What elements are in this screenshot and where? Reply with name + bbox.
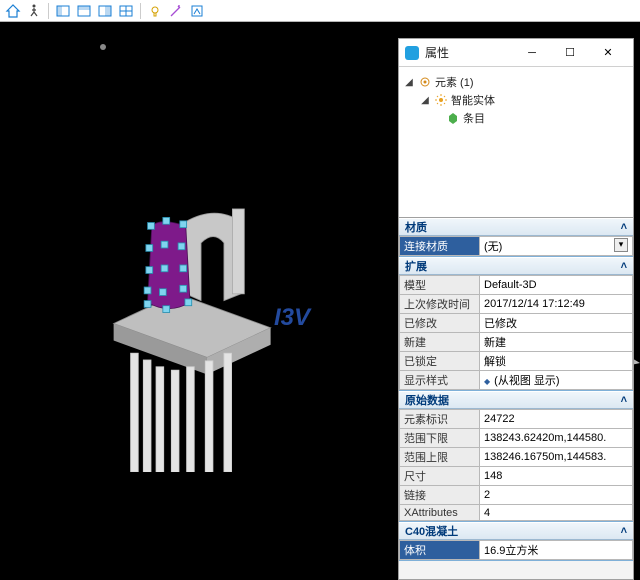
panel-titlebar[interactable]: 属性 ─ ☐ ✕	[399, 39, 633, 67]
section-material: 材质˄ 连接材质 (无)▾	[399, 218, 633, 257]
section-material-header[interactable]: 材质˄	[399, 218, 633, 236]
element-tree[interactable]: ◢ 元素 (1) ◢ 智能实体 条目	[399, 67, 633, 217]
prop-rlow-value[interactable]: 138243.62420m,144580.	[480, 429, 633, 448]
minimize-button[interactable]: ─	[513, 39, 551, 66]
toolbar-view4-icon[interactable]	[117, 2, 135, 20]
toolbar-view3-icon[interactable]	[96, 2, 114, 20]
prop-link-material-key[interactable]: 连接材质	[400, 237, 480, 256]
prop-modified-key: 已修改	[400, 314, 480, 333]
prop-new-key: 新建	[400, 333, 480, 352]
toolbar-view2-icon[interactable]	[75, 2, 93, 20]
prop-elemid-key: 元素标识	[400, 410, 480, 429]
section-extended-header[interactable]: 扩展˄	[399, 257, 633, 275]
prop-size-value[interactable]: 148	[480, 467, 633, 486]
toolbar-wand-icon[interactable]	[167, 2, 185, 20]
section-rawdata: 原始数据˄ 元素标识24722 范围下限138243.62420m,144580…	[399, 391, 633, 522]
collapse-icon: ˄	[621, 221, 627, 233]
prop-rlow-key: 范围下限	[400, 429, 480, 448]
prop-size-key: 尺寸	[400, 467, 480, 486]
prop-elemid-value[interactable]: 24722	[480, 410, 633, 429]
prop-model-value[interactable]: Default-3D	[480, 276, 633, 295]
prop-link-material-value[interactable]: (无)▾	[480, 237, 633, 256]
prop-locked-key: 已锁定	[400, 352, 480, 371]
toolbar-home-icon[interactable]	[4, 2, 22, 20]
top-toolbar	[0, 0, 640, 22]
prop-display-key: 显示样式	[400, 371, 480, 390]
prop-locked-value[interactable]: 解锁	[480, 352, 633, 371]
prop-links-key: 链接	[400, 486, 480, 505]
prop-volume-key[interactable]: 体积	[400, 541, 480, 560]
maximize-button[interactable]: ☐	[551, 39, 589, 66]
section-rawdata-header[interactable]: 原始数据˄	[399, 391, 633, 409]
toolbar-bulb-icon[interactable]	[146, 2, 164, 20]
tree-expand-icon[interactable]: ◢	[419, 95, 431, 106]
viewport-dot	[100, 44, 106, 50]
collapse-icon: ˄	[621, 525, 627, 537]
tree-smart-label[interactable]: 智能实体	[451, 92, 495, 108]
prop-modtime-key: 上次修改时间	[400, 295, 480, 314]
prop-rhigh-value[interactable]: 138246.16750m,144583.	[480, 448, 633, 467]
model-render	[90, 192, 290, 472]
prop-new-value[interactable]: 新建	[480, 333, 633, 352]
toolbar-view1-icon[interactable]	[54, 2, 72, 20]
dropdown-icon[interactable]: ▾	[614, 238, 628, 252]
toolbar-last-icon[interactable]	[188, 2, 206, 20]
prop-model-key: 模型	[400, 276, 480, 295]
tree-root-label[interactable]: 元素 (1)	[435, 74, 474, 90]
grid-footer-blank	[399, 561, 633, 579]
toolbar-walk-icon[interactable]	[25, 2, 43, 20]
property-grid-scroll[interactable]: 材质˄ 连接材质 (无)▾ 扩展˄ 模型Default-3D 上次修改时间201…	[399, 217, 633, 579]
section-concrete: C40混凝土˄ 体积16.9立方米	[399, 522, 633, 561]
element-group-icon	[419, 76, 431, 88]
sun-icon	[435, 94, 447, 106]
panel-title: 属性	[425, 44, 513, 61]
item-icon	[447, 112, 459, 124]
properties-panel: 属性 ─ ☐ ✕ ◢ 元素 (1) ◢ 智能实体 条目 材质˄ 连接材质 (无)…	[398, 38, 634, 580]
prop-display-value[interactable]: ◆(从视图 显示)	[480, 371, 633, 390]
tree-expand-icon[interactable]: ◢	[403, 77, 415, 88]
close-button[interactable]: ✕	[589, 39, 627, 66]
prop-modified-value[interactable]: 已修改	[480, 314, 633, 333]
collapse-icon: ˄	[621, 260, 627, 272]
prop-modtime-value[interactable]: 2017/12/14 17:12:49	[480, 295, 633, 314]
collapse-icon: ˄	[621, 394, 627, 406]
panel-icon	[405, 46, 419, 60]
section-extended: 扩展˄ 模型Default-3D 上次修改时间2017/12/14 17:12:…	[399, 257, 633, 391]
prop-links-value[interactable]: 2	[480, 486, 633, 505]
prop-volume-value[interactable]: 16.9立方米	[480, 541, 633, 560]
section-concrete-header[interactable]: C40混凝土˄	[399, 522, 633, 540]
prop-rhigh-key: 范围上限	[400, 448, 480, 467]
tree-item-label[interactable]: 条目	[463, 110, 485, 126]
